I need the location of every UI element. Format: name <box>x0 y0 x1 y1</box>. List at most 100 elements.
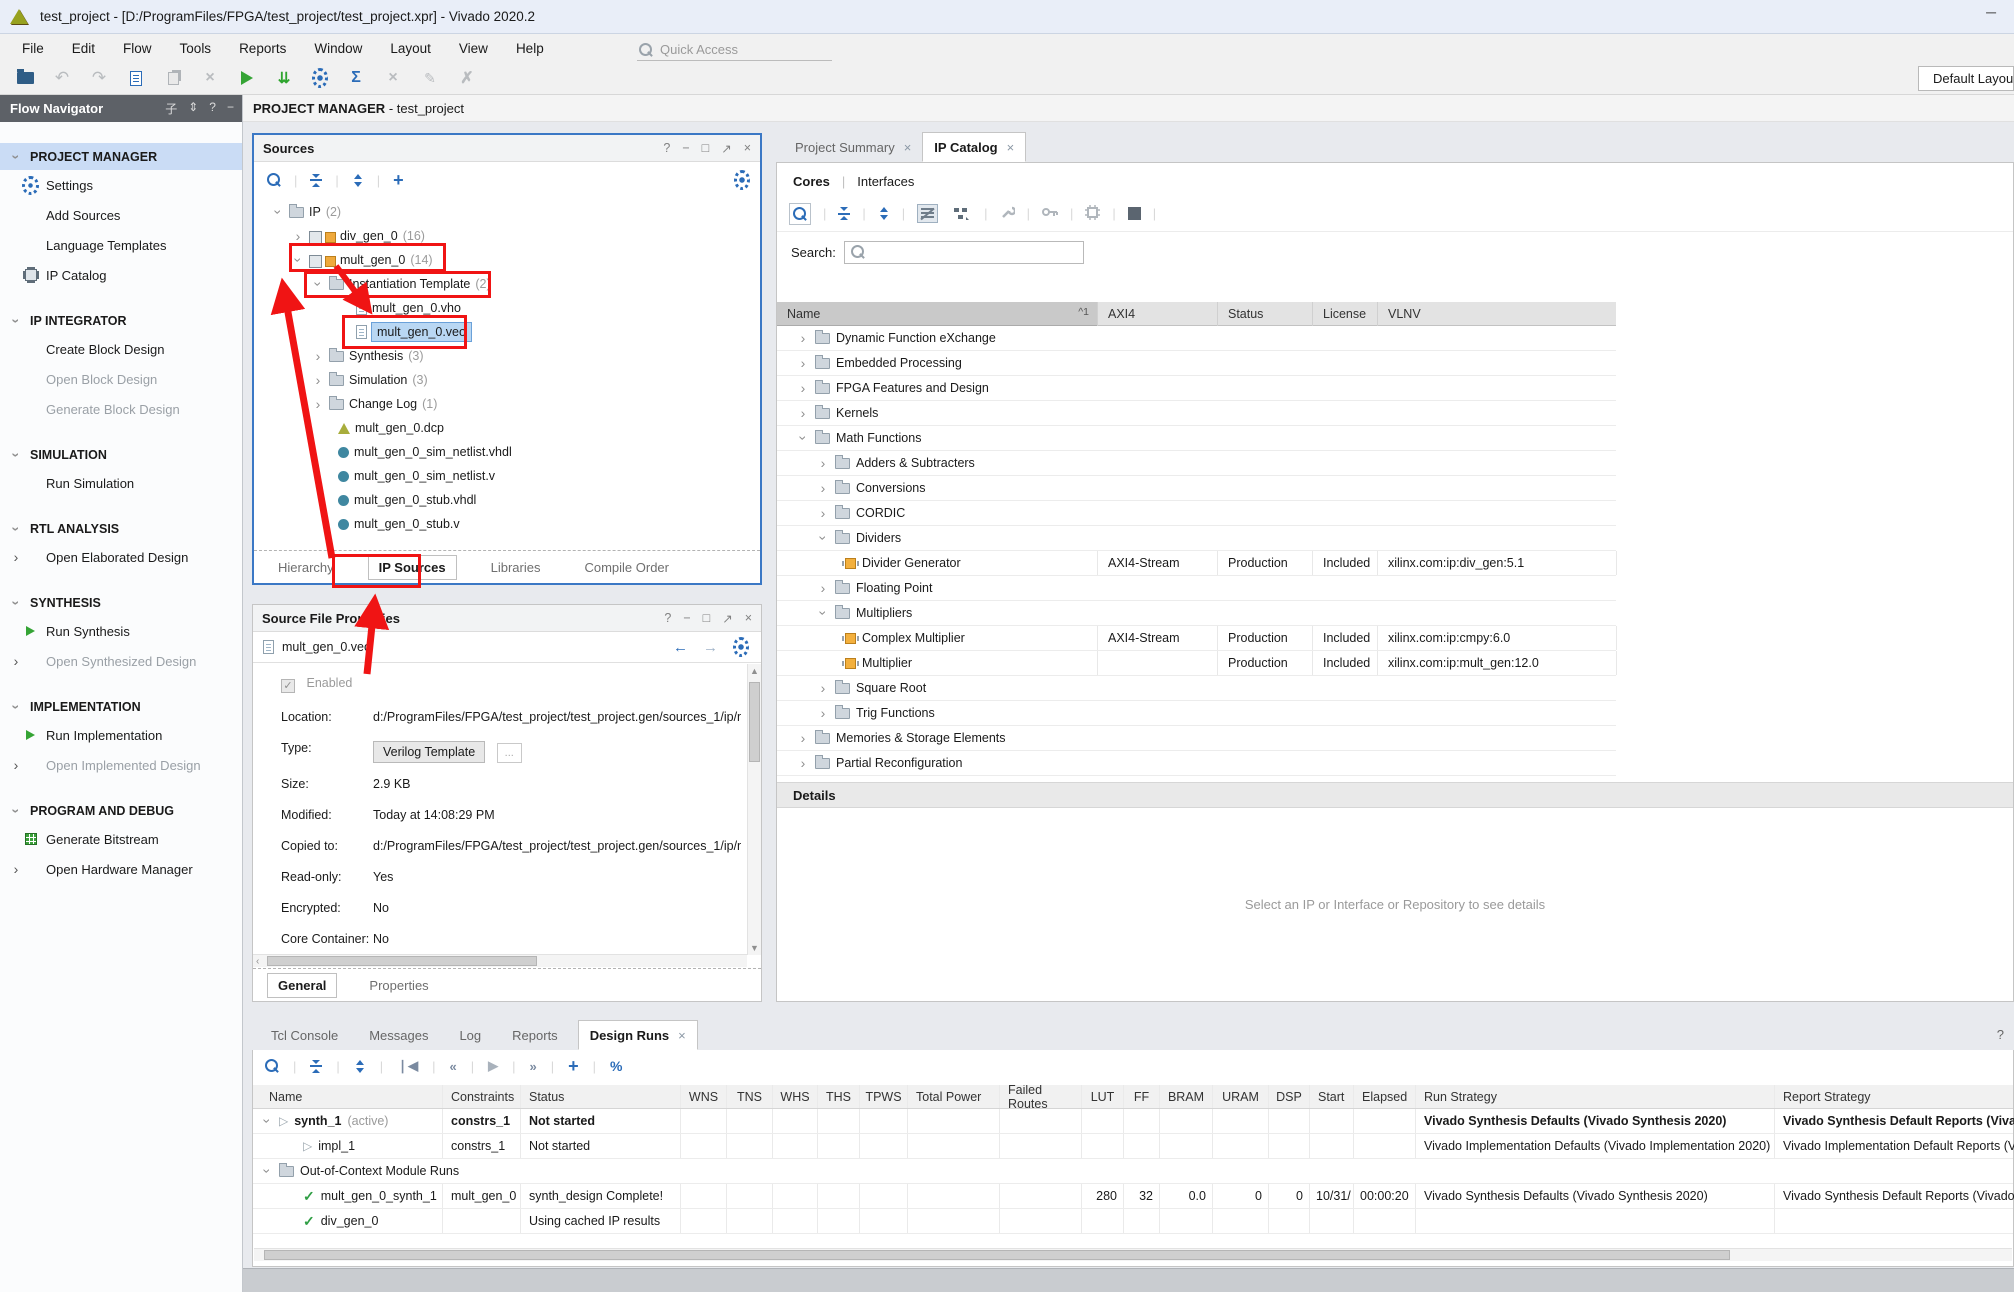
ip-row[interactable]: Conversions <box>777 476 1616 501</box>
maximize-icon[interactable]: □ <box>702 141 710 156</box>
ip-row[interactable]: Dynamic Function eXchange <box>777 326 1616 351</box>
minimize-icon[interactable]: − <box>683 611 690 626</box>
column-start[interactable]: Start <box>1309 1085 1353 1108</box>
column-total-power[interactable]: Total Power <box>907 1085 999 1108</box>
chevron-icon[interactable] <box>797 406 809 420</box>
tab-libraries[interactable]: Libraries <box>481 556 551 579</box>
settings-gear-icon[interactable] <box>312 70 328 86</box>
help-icon[interactable]: ? <box>209 100 216 117</box>
column-run-strategy[interactable]: Run Strategy <box>1415 1085 1774 1108</box>
column-bram[interactable]: BRAM <box>1159 1085 1212 1108</box>
flow-item-open-block-design[interactable]: Open Block Design <box>0 364 242 394</box>
subtab-interfaces[interactable]: Interfaces <box>857 174 914 189</box>
chevron-icon[interactable] <box>817 456 829 470</box>
ip-row[interactable]: Partial Reconfiguration <box>777 751 1616 776</box>
run-row[interactable]: Out-of-Context Module Runs <box>253 1159 2013 1184</box>
ip-row[interactable]: Math Functions <box>777 426 1616 451</box>
flow-item-run-implementation[interactable]: Run Implementation <box>0 720 242 750</box>
ip-row[interactable]: Divider Generator AXI4-Stream Production… <box>777 551 1616 576</box>
type-button[interactable]: Verilog Template <box>373 741 485 763</box>
group-view-icon[interactable] <box>950 204 972 224</box>
scroll-down-icon[interactable]: ▼ <box>748 943 761 953</box>
window-minimize-icon[interactable]: ─ <box>1986 4 1996 20</box>
ip-search-input[interactable] <box>844 241 1084 264</box>
clear-icon[interactable]: ✗ <box>458 69 476 87</box>
column-status[interactable]: Status <box>520 1085 680 1108</box>
column-tpws[interactable]: TPWS <box>859 1085 907 1108</box>
column-license[interactable]: License <box>1312 302 1377 326</box>
chevron-icon[interactable] <box>797 331 809 345</box>
run-row[interactable]: div_gen_0 Using cached IP results <box>253 1209 2013 1234</box>
flow-item-run-synthesis[interactable]: Run Synthesis <box>0 616 242 646</box>
help-icon[interactable]: ? <box>1997 1027 2004 1042</box>
help-icon[interactable]: ? <box>663 141 670 156</box>
step-forward-icon[interactable]: » <box>529 1059 536 1074</box>
collapse-all-icon[interactable]: ⼦ <box>165 100 177 117</box>
tab-project-summary[interactable]: Project Summary × <box>784 132 922 162</box>
flow-item-language-templates[interactable]: Language Templates <box>0 230 242 260</box>
run-row[interactable]: impl_1 constrs_1 Not started <box>253 1134 2013 1159</box>
license-key-icon[interactable] <box>1042 206 1058 222</box>
ip-row[interactable]: Floating Point <box>777 576 1616 601</box>
menu-layout[interactable]: Layout <box>376 37 445 60</box>
close-icon[interactable]: × <box>744 141 751 156</box>
tree-item[interactable]: mult_gen_0 (14) <box>254 248 760 272</box>
delete-icon[interactable]: × <box>201 69 219 87</box>
collapse-all-icon[interactable] <box>838 207 850 220</box>
expand-all-icon[interactable]: ⇕ <box>188 100 198 117</box>
chevron-icon[interactable] <box>312 277 324 291</box>
menu-flow[interactable]: Flow <box>109 37 166 60</box>
search-icon[interactable] <box>267 173 281 187</box>
chevron-icon[interactable] <box>797 731 809 745</box>
flow-item-generate-bitstream[interactable]: Generate Bitstream <box>0 824 242 854</box>
tab-messages[interactable]: Messages <box>358 1020 448 1050</box>
tree-item[interactable]: mult_gen_0.dcp <box>254 416 760 440</box>
scrollbar-thumb[interactable] <box>264 1250 1730 1260</box>
tab-compile-order[interactable]: Compile Order <box>574 556 679 579</box>
maximize-icon[interactable]: □ <box>703 611 711 626</box>
chevron-icon[interactable] <box>312 373 324 387</box>
tree-item[interactable]: IP (2) <box>254 200 760 224</box>
ip-row[interactable]: FPGA Features and Design <box>777 376 1616 401</box>
chevron-icon[interactable] <box>272 205 284 219</box>
chevron-icon[interactable] <box>261 1114 273 1128</box>
flow-item-open-synthesized-design[interactable]: Open Synthesized Design <box>0 646 242 676</box>
tree-item[interactable]: mult_gen_0_sim_netlist.vhdl <box>254 440 760 464</box>
chevron-icon[interactable] <box>817 506 829 520</box>
percent-icon[interactable]: % <box>610 1058 622 1074</box>
collapse-all-icon[interactable] <box>310 1060 322 1073</box>
cancel-icon[interactable]: × <box>384 69 402 87</box>
column-elapsed[interactable]: Elapsed <box>1353 1085 1415 1108</box>
chevron-icon[interactable] <box>797 756 809 770</box>
column-name[interactable]: Name <box>253 1085 442 1108</box>
float-icon[interactable]: ↗ <box>722 611 732 626</box>
menu-file[interactable]: File <box>8 37 58 60</box>
run-icon[interactable] <box>238 69 256 87</box>
column-wns[interactable]: WNS <box>680 1085 726 1108</box>
scrollbar-thumb[interactable] <box>267 956 537 966</box>
chevron-icon[interactable] <box>292 253 304 267</box>
column-constraints[interactable]: Constraints <box>442 1085 520 1108</box>
undo-icon[interactable] <box>53 69 71 87</box>
minimize-icon[interactable]: − <box>682 141 689 156</box>
open-project-icon[interactable] <box>16 69 34 87</box>
step-icon[interactable]: ⇊ <box>275 69 293 87</box>
column-vlnv[interactable]: VLNV <box>1377 302 1616 326</box>
tab-ip-sources[interactable]: IP Sources <box>368 555 457 580</box>
tree-item[interactable]: Synthesis (3) <box>254 344 760 368</box>
sum-icon[interactable]: Σ <box>347 69 365 87</box>
tree-item[interactable]: Simulation (3) <box>254 368 760 392</box>
chevron-icon[interactable] <box>312 397 324 411</box>
forward-icon[interactable]: → <box>703 639 718 656</box>
vertical-scrollbar[interactable]: ▲ ▼ <box>747 664 761 955</box>
tab-properties[interactable]: Properties <box>359 974 438 997</box>
tab-hierarchy[interactable]: Hierarchy <box>268 556 344 579</box>
ip-row[interactable]: CORDIC <box>777 501 1616 526</box>
ip-row[interactable]: Multipliers <box>777 601 1616 626</box>
chevron-icon[interactable] <box>261 1164 273 1178</box>
chevron-icon[interactable] <box>797 431 809 445</box>
ip-row[interactable]: Memories & Storage Elements <box>777 726 1616 751</box>
tree-item[interactable]: div_gen_0 (16) <box>254 224 760 248</box>
flow-section-ip-integrator[interactable]: IP INTEGRATOR <box>0 307 242 334</box>
quick-access-search[interactable]: Quick Access <box>637 39 832 61</box>
